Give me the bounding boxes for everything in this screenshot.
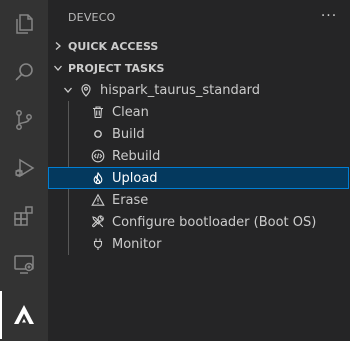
task-erase[interactable]: Erase bbox=[48, 189, 350, 211]
activity-bar bbox=[0, 0, 48, 341]
task-upload[interactable]: Upload bbox=[48, 167, 349, 189]
more-actions-button[interactable]: ··· bbox=[318, 5, 340, 27]
sidebar-title: DEVECO bbox=[68, 11, 116, 24]
task-label: Rebuild bbox=[112, 148, 161, 164]
explorer-icon[interactable] bbox=[0, 0, 48, 48]
task-configure-bootloader[interactable]: Configure bootloader (Boot OS) bbox=[48, 211, 350, 233]
deveco-icon[interactable] bbox=[0, 291, 48, 339]
task-label: Configure bootloader (Boot OS) bbox=[112, 214, 317, 230]
warning-icon bbox=[90, 192, 106, 208]
section-label: QUICK ACCESS bbox=[68, 39, 159, 53]
section-quick-access[interactable]: QUICK ACCESS bbox=[48, 35, 350, 57]
task-label: Erase bbox=[112, 192, 149, 208]
remote-explorer-icon[interactable] bbox=[0, 240, 48, 288]
plug-icon bbox=[90, 236, 106, 252]
task-clean[interactable]: Clean bbox=[48, 101, 350, 123]
search-icon[interactable] bbox=[0, 48, 48, 96]
run-debug-icon[interactable] bbox=[0, 144, 48, 192]
flame-icon bbox=[90, 170, 106, 186]
task-label: Monitor bbox=[112, 236, 162, 252]
circle-icon bbox=[90, 126, 106, 142]
code-icon bbox=[90, 148, 106, 164]
project-item[interactable]: hispark_taurus_standard bbox=[48, 79, 350, 101]
chevron-down-icon bbox=[60, 82, 76, 98]
project-name: hispark_taurus_standard bbox=[100, 82, 261, 98]
source-control-icon[interactable] bbox=[0, 96, 48, 144]
task-build[interactable]: Build bbox=[48, 123, 350, 145]
location-pin-icon bbox=[78, 82, 94, 98]
sidebar: DEVECO ··· QUICK ACCESS PROJECT TASKS hi… bbox=[48, 0, 350, 341]
section-label: PROJECT TASKS bbox=[68, 61, 165, 75]
task-label: Upload bbox=[112, 170, 158, 186]
section-project-tasks[interactable]: PROJECT TASKS bbox=[48, 57, 350, 79]
trash-icon bbox=[90, 104, 106, 120]
task-label: Build bbox=[112, 126, 145, 142]
task-monitor[interactable]: Monitor bbox=[48, 233, 350, 255]
tools-icon bbox=[90, 214, 106, 230]
extensions-icon[interactable] bbox=[0, 192, 48, 240]
chevron-down-icon bbox=[48, 63, 68, 73]
chevron-right-icon bbox=[48, 41, 68, 51]
task-label: Clean bbox=[112, 104, 149, 120]
task-rebuild[interactable]: Rebuild bbox=[48, 145, 350, 167]
